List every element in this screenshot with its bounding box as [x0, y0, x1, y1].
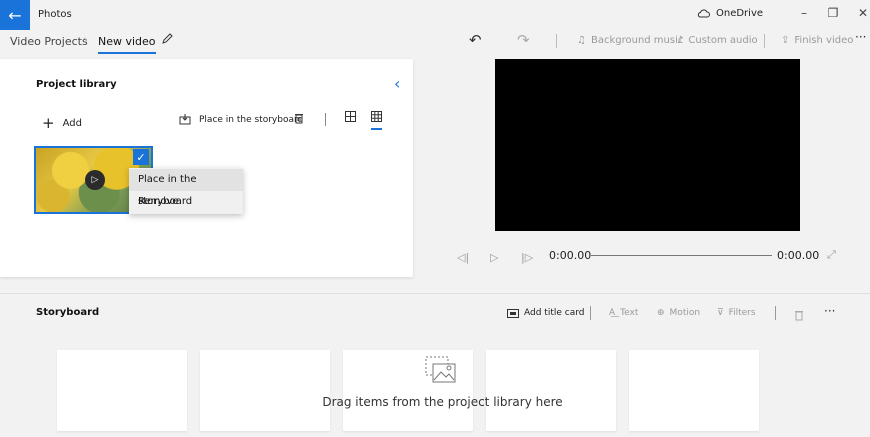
onedrive-label: OneDrive — [716, 8, 764, 19]
music-note-icon: ♫ — [577, 35, 586, 46]
video-preview[interactable] — [495, 59, 800, 231]
text-label: Text — [620, 308, 639, 318]
storyboard-trash-icon[interactable] — [794, 306, 804, 325]
storyboard-title: Storyboard — [36, 307, 100, 318]
text-button[interactable]: A͟ Text — [609, 308, 638, 318]
rename-pencil-icon[interactable] — [161, 32, 174, 49]
breadcrumb-video-projects[interactable]: Video Projects — [10, 35, 88, 48]
filters-label: Filters — [728, 308, 756, 318]
play-icon[interactable]: ▷ — [85, 170, 105, 190]
add-title-card-label: Add title card — [524, 308, 585, 318]
filters-button[interactable]: ⊽ Filters — [717, 308, 756, 318]
filters-icon: ⊽ — [717, 308, 724, 318]
background-music-button[interactable]: ♫ Background music — [577, 35, 683, 46]
current-time: 0:00.00 — [549, 249, 592, 262]
custom-audio-icon: ♪ — [677, 35, 684, 46]
share-icon: ⇪ — [781, 35, 790, 46]
delete-trash-icon[interactable] — [294, 112, 304, 128]
place-in-storyboard-label: Place in the storyboard — [199, 114, 304, 125]
minimize-button[interactable]: – — [794, 6, 814, 20]
context-menu-remove[interactable]: Remove — [129, 191, 243, 213]
cloud-icon — [697, 9, 710, 18]
storyboard-empty-message: Drag items from the project library here — [322, 395, 563, 409]
toolbar-separator — [325, 113, 326, 126]
image-placeholder-icon — [425, 356, 457, 386]
toolbar-separator — [556, 34, 557, 48]
breadcrumb-separator: › — [83, 33, 89, 48]
add-label: Add — [62, 117, 82, 129]
background-music-label: Background music — [590, 35, 684, 46]
large-grid-view-icon[interactable] — [371, 111, 382, 130]
place-in-storyboard-button[interactable]: Place in the storyboard — [179, 114, 303, 125]
step-forward-icon[interactable]: |▷ — [521, 251, 533, 264]
storyboard-slot[interactable] — [200, 350, 330, 431]
selected-checkbox[interactable]: ✓ — [133, 149, 149, 165]
storyboard-slot[interactable] — [486, 350, 616, 431]
seek-bar[interactable] — [591, 255, 772, 256]
storyboard-slot[interactable] — [57, 350, 187, 431]
motion-icon: ⊕ — [657, 308, 665, 318]
total-time: 0:00.00 — [777, 249, 820, 262]
undo-icon[interactable]: ↶ — [469, 31, 482, 49]
custom-audio-label: Custom audio — [688, 35, 758, 46]
back-arrow-icon[interactable]: ← — [0, 0, 30, 30]
finish-video-button[interactable]: ⇪ Finish video — [781, 35, 853, 46]
project-library-title: Project library — [36, 79, 117, 90]
app-title: Photos — [38, 9, 72, 20]
context-menu-place-in-storyboard[interactable]: Place in the storyboard — [129, 169, 243, 207]
step-back-icon[interactable]: ◁| — [457, 251, 469, 264]
title-card-icon — [507, 308, 519, 318]
toolbar-separator — [590, 306, 591, 320]
collapse-chevron-icon[interactable]: ‹ — [394, 74, 400, 93]
expand-icon[interactable]: ⤢ — [827, 248, 836, 262]
toolbar-separator — [775, 306, 776, 320]
add-title-card-button[interactable]: Add title card — [507, 308, 584, 318]
motion-button[interactable]: ⊕ Motion — [657, 308, 700, 318]
restore-button[interactable]: ❐ — [823, 6, 843, 20]
toolbar-separator — [764, 34, 765, 48]
add-button[interactable]: + Add — [42, 114, 82, 132]
redo-icon[interactable]: ↷ — [517, 31, 530, 49]
play-button-icon[interactable]: ▷ — [490, 251, 498, 264]
finish-video-label: Finish video — [794, 35, 854, 46]
custom-audio-button[interactable]: ♪ Custom audio — [677, 35, 758, 46]
breadcrumb-current: New video — [98, 35, 156, 54]
text-icon: A͟ — [609, 308, 616, 318]
place-in-storyboard-icon — [179, 114, 191, 125]
section-divider — [0, 293, 870, 294]
onedrive-button[interactable]: OneDrive — [697, 8, 763, 19]
more-options-icon[interactable]: ··· — [855, 30, 866, 44]
storyboard-more-icon[interactable]: ··· — [824, 304, 835, 318]
motion-label: Motion — [669, 308, 701, 318]
plus-icon: + — [42, 114, 55, 132]
close-button[interactable]: ✕ — [853, 6, 870, 20]
small-grid-view-icon[interactable] — [345, 111, 356, 126]
storyboard-slot[interactable] — [629, 350, 759, 431]
